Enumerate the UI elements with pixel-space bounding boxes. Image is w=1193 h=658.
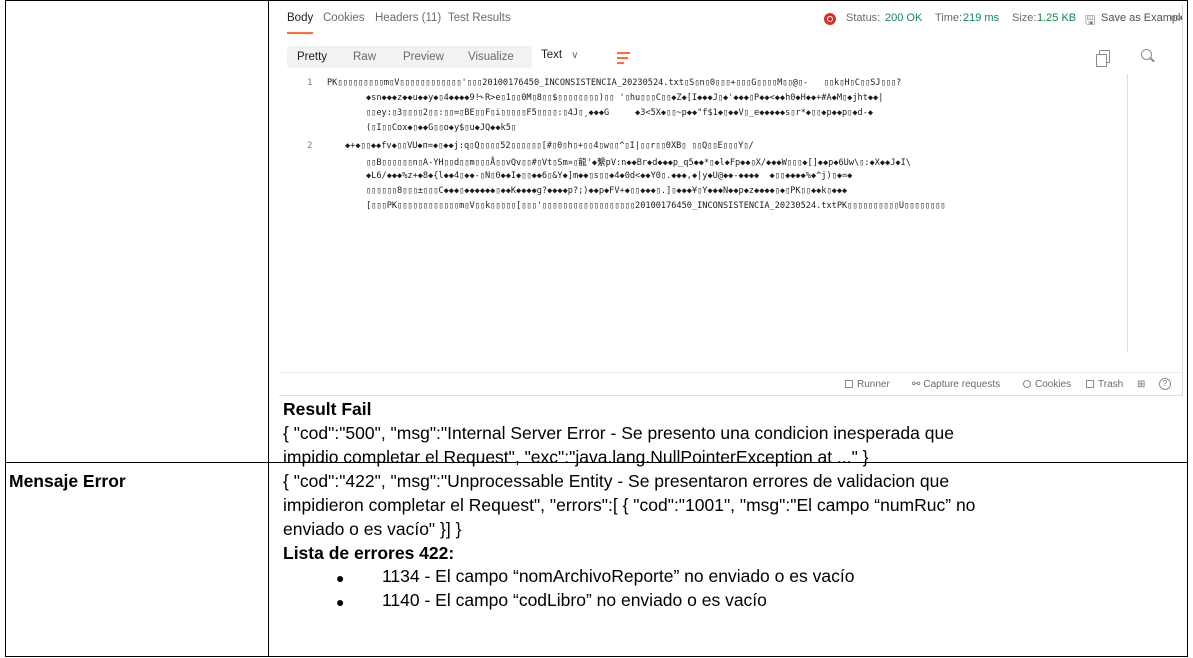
status-bar: Runner ⚯ Capture requests Cookies Trash ⊞…	[279, 372, 1182, 395]
runner-icon	[845, 380, 853, 388]
view-visualize[interactable]: Visualize	[460, 49, 522, 65]
view-raw[interactable]: Raw	[345, 49, 384, 65]
code-line: ▯▯ey:▯3▯▯▯▯2▯▯:▯▯=▯BE▯▯F▯i▯▯▯▯▯F5▯▯▯▯:▯4…	[366, 108, 874, 118]
time-label: Time:	[935, 12, 963, 24]
cookies-button[interactable]: Cookies	[1023, 379, 1071, 390]
chevron-down-icon: ∨	[571, 50, 579, 61]
code-line: ▯▯B▯▯▯▯▯▯n▯A-YH▯▯d▯▯m▯▯▯Å▯▯vQv▯▯#▯Vt▯Sm»…	[366, 158, 911, 168]
view-mode-selector: Pretty Raw Preview Visualize	[287, 46, 532, 68]
scrollbar[interactable]	[1127, 74, 1128, 352]
tab-body[interactable]: Body	[287, 12, 313, 24]
error-list-title: Lista de errores 422:	[283, 543, 455, 563]
capture-requests-button[interactable]: ⚯ Capture requests	[912, 379, 1000, 390]
view-pretty[interactable]: Pretty	[289, 49, 335, 65]
status-value[interactable]: 200 OK	[885, 12, 922, 24]
code-line: [▯▯▯PK▯▯▯▯▯▯▯▯▯▯▯▯m▯V▯▯k▯▯▯▯▯[▯▯▯'▯▯▯▯▯▯…	[366, 201, 946, 211]
list-item: 1140 - El campo “codLibro” no enviado o …	[382, 590, 767, 610]
active-tab-indicator	[287, 32, 313, 34]
response-toolbar: Pretty Raw Preview Visualize Text ∨	[279, 42, 1182, 72]
trash-icon	[1086, 380, 1094, 388]
error-json-line: enviado o es vacío" }] }	[283, 519, 462, 539]
code-line: ◆sn◆◆◆z◆◆u◆◆y◆▯4◆◆◆◆9!˞R>e▯1▯▯0M▯8▯▯$▯▯▯…	[366, 93, 884, 103]
capture-icon: ⚯	[912, 379, 921, 390]
layout-icon[interactable]: ⊞	[1137, 379, 1145, 390]
format-dropdown[interactable]: Text ∨	[541, 49, 579, 61]
search-icon[interactable]	[1141, 49, 1152, 60]
line-number: 2	[307, 141, 313, 151]
status-label: Status:	[846, 12, 881, 24]
bullet: ●	[336, 570, 345, 586]
code-line: ◆+◆▯▯◆◆fv◆▯▯VU◆п=◆▯◆◆j:q▯Q▯▯▯▯52▯▯▯▯▯▯[#…	[345, 141, 754, 151]
response-tabs: Body Cookies Headers (11) Test Results S…	[279, 4, 1182, 36]
table-cell-empty	[5, 0, 269, 463]
error-json-line: { "cod":"422", "msg":"Unprocessable Enti…	[283, 471, 950, 491]
code-line: PK▯▯▯▯▯▯▯▯▯m▯V▯▯▯▯▯▯▯▯▯▯▯▯'▯▯▯2010017645…	[327, 78, 902, 88]
copy-icon[interactable]	[1096, 50, 1110, 67]
more-options-icon[interactable]: ooo	[1171, 13, 1182, 22]
code-line: ◆L6/◆◆◆%z+◆8◆{l◆◆4▯◆◆-▯N▯0◆◆I◆▯▯◆◆6▯&Y◆]…	[366, 171, 853, 181]
runner-button[interactable]: Runner	[845, 379, 890, 390]
tab-test-results[interactable]: Test Results	[448, 12, 511, 24]
globe-icon[interactable]	[824, 13, 836, 25]
size-label: Size:	[1012, 12, 1037, 24]
format-label: Text	[541, 49, 563, 61]
response-body-code: 1 PK▯▯▯▯▯▯▯▯▯m▯V▯▯▯▯▯▯▯▯▯▯▯▯'▯▯▯20100176…	[279, 74, 1139, 274]
error-json-line: impidieron completar el Request", "error…	[283, 495, 976, 515]
help-icon[interactable]: ?	[1159, 378, 1171, 390]
save-icon: 🖫	[1085, 13, 1096, 27]
cookie-icon	[1023, 380, 1031, 388]
size-value[interactable]: 1.25 KB	[1037, 12, 1076, 24]
list-item: 1134 - El campo “nomArchivoReporte” no e…	[382, 566, 855, 586]
wrap-lines-icon[interactable]	[614, 47, 634, 67]
time-value[interactable]: 219 ms	[963, 12, 999, 24]
trash-button[interactable]: Trash	[1086, 379, 1123, 390]
code-line: (▯I▯▯Cox◆▯◆◆G▯▯o◆y$▯u◆JQ◆◆k5▯	[366, 123, 517, 133]
postman-response-panel: Body Cookies Headers (11) Test Results S…	[279, 4, 1183, 396]
result-fail-json-line: impidio completar el Request", "exc":"ja…	[283, 447, 869, 467]
line-number: 1	[307, 78, 313, 88]
tab-cookies[interactable]: Cookies	[323, 12, 365, 24]
result-fail-title: Result Fail	[283, 399, 372, 419]
bullet: ●	[336, 594, 345, 610]
view-preview[interactable]: Preview	[395, 49, 452, 65]
mensaje-error-label: Mensaje Error	[9, 471, 126, 491]
code-line: ▯▯▯▯▯▯8▯▯▯±▯▯▯C◆◆◆▯◆◆◆◆◆◆▯◆◆K◆◆◆◆g?◆◆◆◆p…	[366, 186, 848, 196]
result-fail-json-line: { "cod":"500", "msg":"Internal Server Er…	[283, 423, 954, 443]
tab-headers[interactable]: Headers (11)	[375, 12, 441, 24]
